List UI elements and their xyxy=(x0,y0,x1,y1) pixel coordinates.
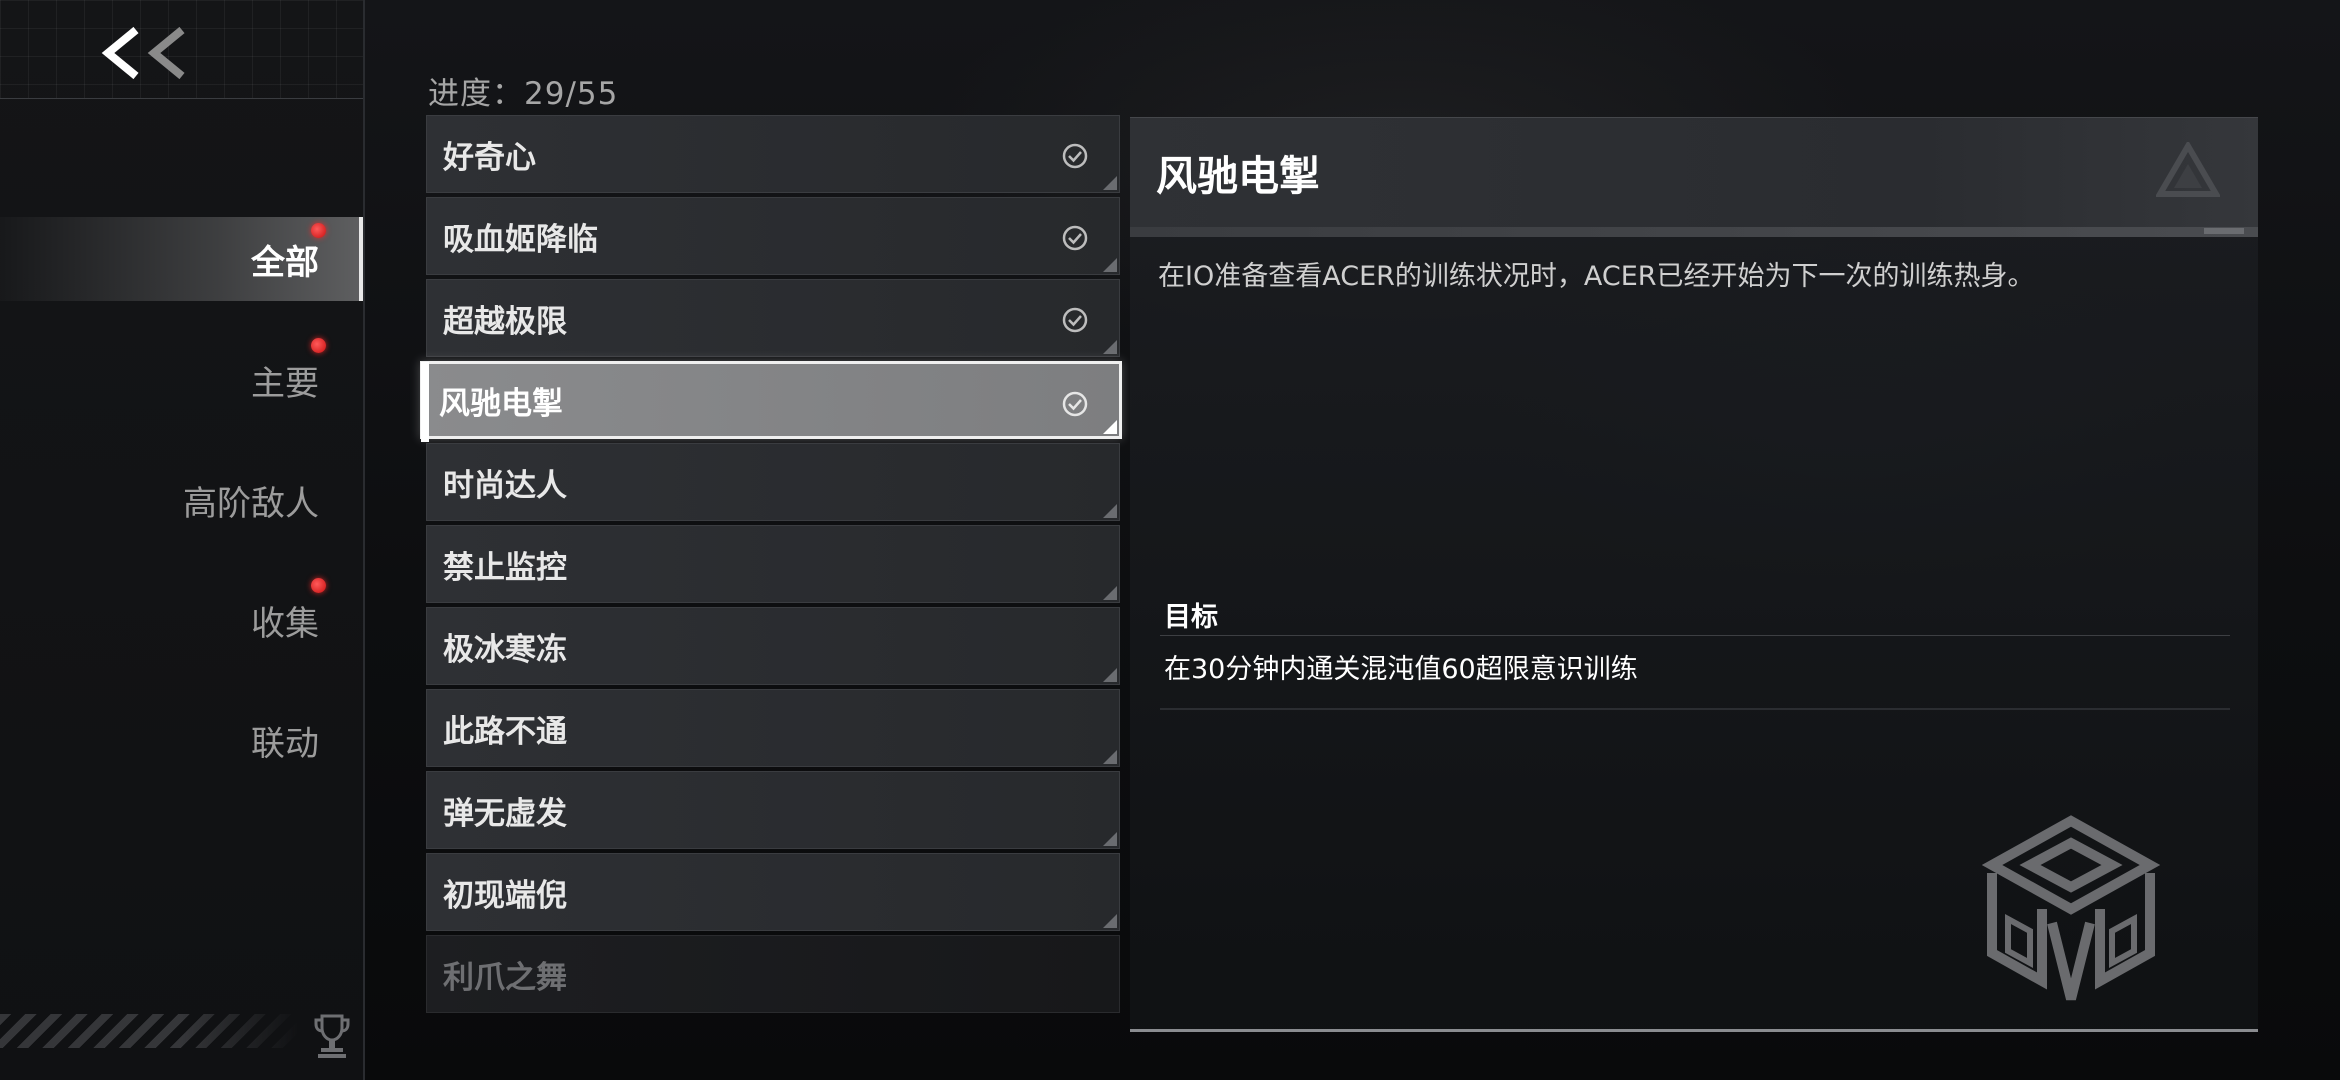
achievement-item[interactable]: 禁止监控 xyxy=(426,525,1120,603)
achievement-title: 风驰电掣 xyxy=(439,385,563,422)
corner-notch xyxy=(1103,832,1117,846)
achievement-item[interactable]: 好奇心 xyxy=(426,115,1120,193)
achievement-title: 此路不通 xyxy=(443,713,567,750)
corner-notch xyxy=(1103,504,1117,518)
goal-text: 在30分钟内通关混沌值60超限意识训练 xyxy=(1164,654,1638,685)
progress-counter: 进度：29/55 xyxy=(428,76,619,112)
selection-bar xyxy=(421,362,429,442)
achievement-item[interactable]: 弹无虚发 xyxy=(426,771,1120,849)
trophy-icon[interactable] xyxy=(312,1012,352,1060)
faction-emblem-icon xyxy=(1982,815,2160,1001)
strip-mark xyxy=(2204,228,2244,234)
achievement-item-selected[interactable]: 风驰电掣 xyxy=(420,361,1122,442)
achievement-description: 在IO准备查看ACER的训练状况时，ACER已经开始为下一次的训练热身。 xyxy=(1158,261,2035,292)
corner-notch xyxy=(1103,668,1117,682)
header-strip xyxy=(1130,227,2258,237)
corner-notch xyxy=(1103,258,1117,272)
sidebar-item-label: 高阶敌人 xyxy=(183,483,319,524)
corner-notch xyxy=(1103,340,1117,354)
goal-label: 目标 xyxy=(1164,602,1218,633)
detail-header: 风驰电掣 xyxy=(1130,117,2258,228)
achievement-title: 弹无虚发 xyxy=(443,795,567,832)
sidebar-item-label: 联动 xyxy=(251,723,319,764)
corner-notch xyxy=(1103,750,1117,764)
notification-badge xyxy=(311,338,326,353)
sidebar-item-all[interactable]: 全部 xyxy=(0,217,363,301)
check-circle-icon xyxy=(1062,391,1088,417)
achievement-title: 吸血姬降临 xyxy=(443,221,598,258)
achievement-item[interactable]: 利爪之舞 xyxy=(426,935,1120,1013)
sidebar-item-label: 收集 xyxy=(251,603,319,644)
double-chevron-left-icon xyxy=(101,26,185,80)
divider xyxy=(1160,708,2230,710)
achievement-title: 初现端倪 xyxy=(443,877,567,914)
corner-notch xyxy=(1103,176,1117,190)
sidebar-item-label: 全部 xyxy=(251,242,319,283)
achievement-item[interactable]: 时尚达人 xyxy=(426,443,1120,521)
achievement-title: 好奇心 xyxy=(443,139,536,176)
check-circle-icon xyxy=(1062,307,1088,333)
notification-badge xyxy=(311,223,326,238)
achievement-item[interactable]: 极冰寒冻 xyxy=(426,607,1120,685)
sidebar-item-label: 主要 xyxy=(251,363,319,404)
sidebar-item-main[interactable]: 主要 xyxy=(0,338,363,422)
sidebar-item-collection[interactable]: 收集 xyxy=(0,578,363,662)
triangle-logo-icon xyxy=(2156,142,2220,197)
category-sidebar: 全部 主要 高阶敌人 收集 联动 xyxy=(0,0,365,1080)
achievement-title: 超越极限 xyxy=(443,303,567,340)
notification-badge xyxy=(311,578,326,593)
achievement-item[interactable]: 超越极限 xyxy=(426,279,1120,357)
achievement-item[interactable]: 吸血姬降临 xyxy=(426,197,1120,275)
check-circle-icon xyxy=(1062,143,1088,169)
achievement-item[interactable]: 此路不通 xyxy=(426,689,1120,767)
divider xyxy=(1160,635,2230,636)
corner-notch xyxy=(1103,420,1117,434)
achievement-item[interactable]: 初现端倪 xyxy=(426,853,1120,931)
corner-notch xyxy=(1103,914,1117,928)
sidebar-item-elite-enemies[interactable]: 高阶敌人 xyxy=(0,458,363,542)
achievement-title: 禁止监控 xyxy=(443,549,567,586)
achievements-screen: 全部 主要 高阶敌人 收集 联动 进度：29/55 好奇心 吸血姬降临 超越极限… xyxy=(0,0,2340,1080)
decorative-hatch xyxy=(0,1014,300,1048)
corner-notch xyxy=(1103,586,1117,600)
sidebar-item-collab[interactable]: 联动 xyxy=(0,698,363,782)
achievement-detail-panel: 风驰电掣 在IO准备查看ACER的训练状况时，ACER已经开始为下一次的训练热身… xyxy=(1130,117,2258,1032)
achievement-title: 利爪之舞 xyxy=(443,959,567,996)
achievement-title: 时尚达人 xyxy=(443,467,567,504)
achievement-title: 极冰寒冻 xyxy=(443,631,567,668)
check-circle-icon xyxy=(1062,225,1088,251)
detail-title: 风驰电掣 xyxy=(1156,152,1320,200)
back-button[interactable] xyxy=(96,18,196,88)
